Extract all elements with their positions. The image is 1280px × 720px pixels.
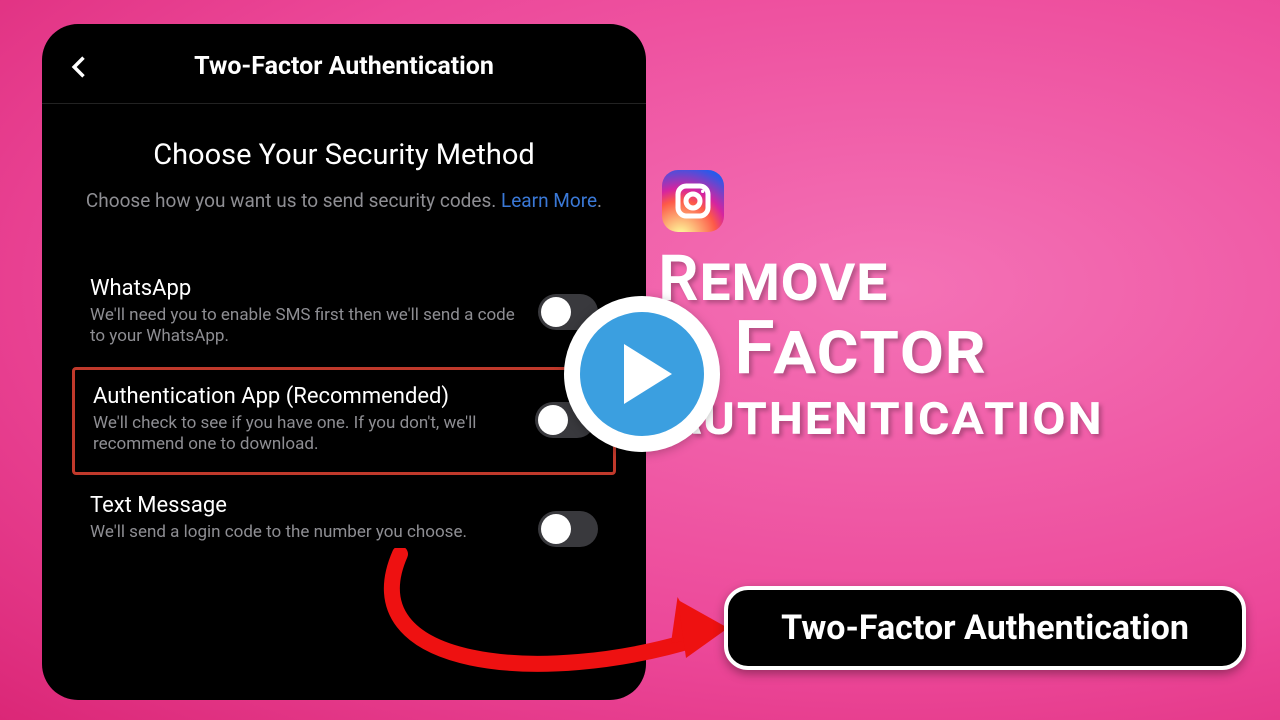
panel-header: Two-Factor Authentication [42,52,646,104]
section-heading: Choose Your Security Method [68,138,620,172]
two-factor-badge: Two-Factor Authentication [724,586,1246,670]
headline-word-2: Factor [734,311,1104,386]
options-list: WhatsApp We'll need you to enable SMS fi… [68,260,620,565]
section-sub-prefix: Choose how you want us to send security … [86,189,501,212]
section-sub-period: . [597,189,602,212]
option-desc: We'll send a login code to the number yo… [90,522,524,543]
play-button[interactable] [564,296,720,452]
option-title: Authentication App (Recommended) [93,384,521,409]
section-subtext: Choose how you want us to send security … [68,188,620,214]
option-auth-app[interactable]: Authentication App (Recommended) We'll c… [72,367,616,475]
headline-word-1: Remove [658,246,1104,311]
play-icon [580,312,704,436]
settings-panel: Two-Factor Authentication Choose Your Se… [42,24,646,700]
panel-title: Two-Factor Authentication [66,52,622,81]
toggle-text-message[interactable] [538,511,598,547]
option-desc: We'll need you to enable SMS first then … [90,305,524,348]
thumbnail-headline: Remove Factor Authentication [658,246,1104,444]
headline-word-3: Authentication [664,387,1104,444]
security-method-section: Choose Your Security Method Choose how y… [42,104,646,565]
learn-more-link[interactable]: Learn More [501,189,597,212]
option-text-message[interactable]: Text Message We'll send a login code to … [68,477,620,565]
option-title: Text Message [90,493,524,518]
instagram-icon [662,170,724,232]
option-whatsapp[interactable]: WhatsApp We'll need you to enable SMS fi… [68,260,620,366]
option-title: WhatsApp [90,276,524,301]
option-desc: We'll check to see if you have one. If y… [93,413,521,456]
